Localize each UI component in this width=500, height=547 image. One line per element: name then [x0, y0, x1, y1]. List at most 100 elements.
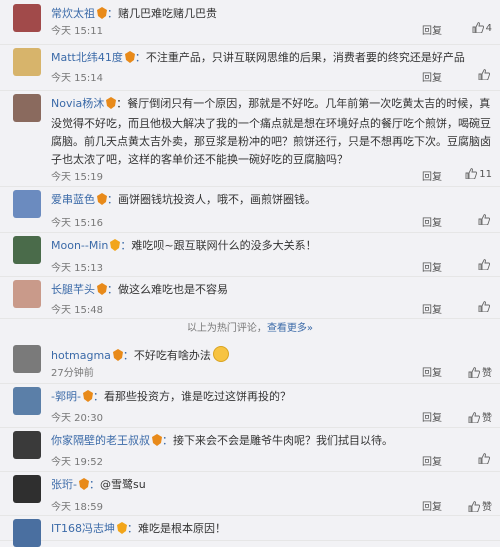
vip-badge-icon: [152, 434, 162, 446]
avatar[interactable]: [13, 475, 41, 503]
username-link[interactable]: Moon--Min: [51, 239, 108, 252]
avatar[interactable]: [13, 387, 41, 415]
comment-header: Moon--Min ：难吃呗~跟互联网什么的没多大关系！: [51, 237, 317, 254]
avatar[interactable]: [13, 190, 41, 218]
like-button[interactable]: [478, 301, 492, 313]
comment-header: hotmagma ：不好吃有啥办法: [51, 346, 229, 364]
separator: ：: [107, 193, 118, 206]
vip-badge-icon: [82, 390, 93, 402]
separator: ：: [162, 434, 173, 447]
comment-text: 看那些投资方，谁是吃过这饼再投的？: [103, 390, 291, 403]
vip-badge-icon: [106, 97, 117, 109]
vip-badge-icon: [112, 349, 123, 361]
user-badges: [78, 478, 89, 493]
thumbs-up-icon: [478, 301, 490, 312]
like-button[interactable]: 赞: [468, 364, 492, 379]
thumbs-up-icon: [465, 168, 478, 179]
username-link[interactable]: 你家隔壁的老王叔叔: [51, 434, 150, 447]
like-button[interactable]: 赞: [468, 409, 492, 424]
comment-header: 爱串蓝色 ：画饼圈钱坑投资人，哦不，画煎饼圈钱。: [51, 191, 316, 208]
reply-button[interactable]: 回复: [422, 453, 442, 468]
comment-time: 今天 15:19: [51, 172, 103, 183]
vip-badge-icon: [116, 522, 127, 534]
thumbs-up-icon: [468, 367, 480, 378]
thumbs-up-icon: [478, 69, 490, 80]
separator: ：: [107, 7, 118, 20]
thumbs-up-icon: [478, 259, 490, 270]
username-link[interactable]: hotmagma: [51, 349, 111, 362]
reply-button[interactable]: 回复: [422, 259, 442, 274]
reply-button[interactable]: 回复: [422, 301, 442, 316]
avatar[interactable]: [13, 4, 41, 32]
comment-item: Novia杨沐 ：餐厅倒闭只有一个原因，那就是不好吃。几年前第一次吃黄太吉的时候，…: [0, 90, 500, 187]
like-button[interactable]: 11: [465, 168, 492, 180]
separator: ：: [92, 390, 104, 403]
comment-time: 今天 15:16: [51, 218, 103, 229]
username-link[interactable]: IT168冯志坤: [51, 522, 115, 535]
view-more-link[interactable]: 查看更多»: [267, 323, 313, 334]
user-badges: [116, 522, 127, 537]
user-badges: [97, 7, 107, 22]
user-badges: [97, 193, 107, 208]
vip-badge-icon: [97, 283, 107, 295]
comment-time: 今天 18:59: [51, 502, 103, 513]
user-badges: [82, 390, 93, 405]
reply-button[interactable]: 回复: [422, 214, 442, 229]
avatar[interactable]: [13, 345, 41, 373]
like-button[interactable]: [478, 69, 492, 81]
separator: ：: [122, 349, 134, 362]
user-badges: [97, 283, 107, 298]
comment-item: 爱串蓝色 ：画饼圈钱坑投资人，哦不，画煎饼圈钱。 今天 15:16 回复: [0, 186, 500, 233]
username-link[interactable]: -郭明-: [51, 390, 81, 403]
comment-header: Matt北纬41度 ：不注重产品，只讲互联网思维的后果，消费者要的终究还是好产品: [51, 49, 465, 66]
comment-header: -郭明- ：看那些投资方，谁是吃过这饼再投的？: [51, 388, 291, 405]
like-count: 11: [479, 169, 492, 180]
comment-item: 常炊太祖 ：赌几巴难吃赌几巴贵 今天 15:11 回复 4: [0, 0, 500, 45]
comment-text: 难吃是根本原因！: [137, 522, 226, 535]
comment-item: Moon--Min ：难吃呗~跟互联网什么的没多大关系！ 今天 15:13 回复: [0, 232, 500, 277]
reply-button[interactable]: 回复: [422, 168, 442, 183]
reply-button[interactable]: 回复: [422, 498, 442, 513]
avatar[interactable]: [13, 519, 41, 547]
like-button[interactable]: 4: [472, 22, 492, 34]
comment-text: 不好吃有啥办法: [133, 349, 211, 362]
separator: ：: [134, 51, 146, 64]
comment-header: 张珩- ：@雪鹭su: [51, 476, 146, 493]
comment-time: 今天 15:48: [51, 305, 103, 316]
username-link[interactable]: 长腿芊头: [51, 283, 95, 296]
comment-time: 今天 15:11: [51, 26, 103, 37]
avatar[interactable]: [13, 431, 41, 459]
avatar[interactable]: [13, 280, 41, 308]
vip-badge-icon: [97, 7, 107, 19]
reply-button[interactable]: 回复: [422, 22, 442, 37]
separator: ：: [126, 522, 138, 535]
vip-badge-icon: [78, 478, 89, 490]
like-count: 赞: [482, 502, 492, 513]
like-button[interactable]: [478, 259, 492, 271]
avatar[interactable]: [13, 94, 41, 122]
vip-badge-icon: [110, 239, 121, 251]
username-link[interactable]: 张珩-: [51, 478, 77, 491]
comment-time: 今天 15:14: [51, 73, 103, 84]
comment-header: 长腿芊头 ：做这么难吃也是不容易: [51, 281, 228, 298]
comment-time: 今天 20:30: [51, 413, 103, 424]
avatar[interactable]: [13, 48, 41, 76]
reply-button[interactable]: 回复: [422, 69, 442, 84]
username-link[interactable]: Matt北纬41度: [51, 51, 123, 64]
comment-header: 常炊太祖 ：赌几巴难吃赌几巴贵: [51, 5, 217, 22]
avatar[interactable]: [13, 236, 41, 264]
reply-button[interactable]: 回复: [422, 364, 442, 379]
thumbs-up-icon: [468, 501, 480, 512]
username-link[interactable]: 爱串蓝色: [51, 193, 95, 206]
comment-time: 今天 15:13: [51, 263, 103, 274]
reply-button[interactable]: 回复: [422, 409, 442, 424]
hot-comments-divider: 以上为热门评论，查看更多»: [0, 317, 500, 341]
like-button[interactable]: [478, 453, 492, 465]
user-badges: [106, 97, 117, 115]
username-link[interactable]: 常炊太祖: [51, 7, 95, 20]
like-button[interactable]: 赞: [468, 498, 492, 513]
comment-text: 接下来会不会是雕爷牛肉呢？我们拭目以待。: [173, 434, 393, 447]
comment-item: Matt北纬41度 ：不注重产品，只讲互联网思维的后果，消费者要的终究还是好产品今…: [0, 44, 500, 91]
like-button[interactable]: [478, 214, 492, 226]
username-link[interactable]: Novia杨沐: [51, 97, 104, 110]
